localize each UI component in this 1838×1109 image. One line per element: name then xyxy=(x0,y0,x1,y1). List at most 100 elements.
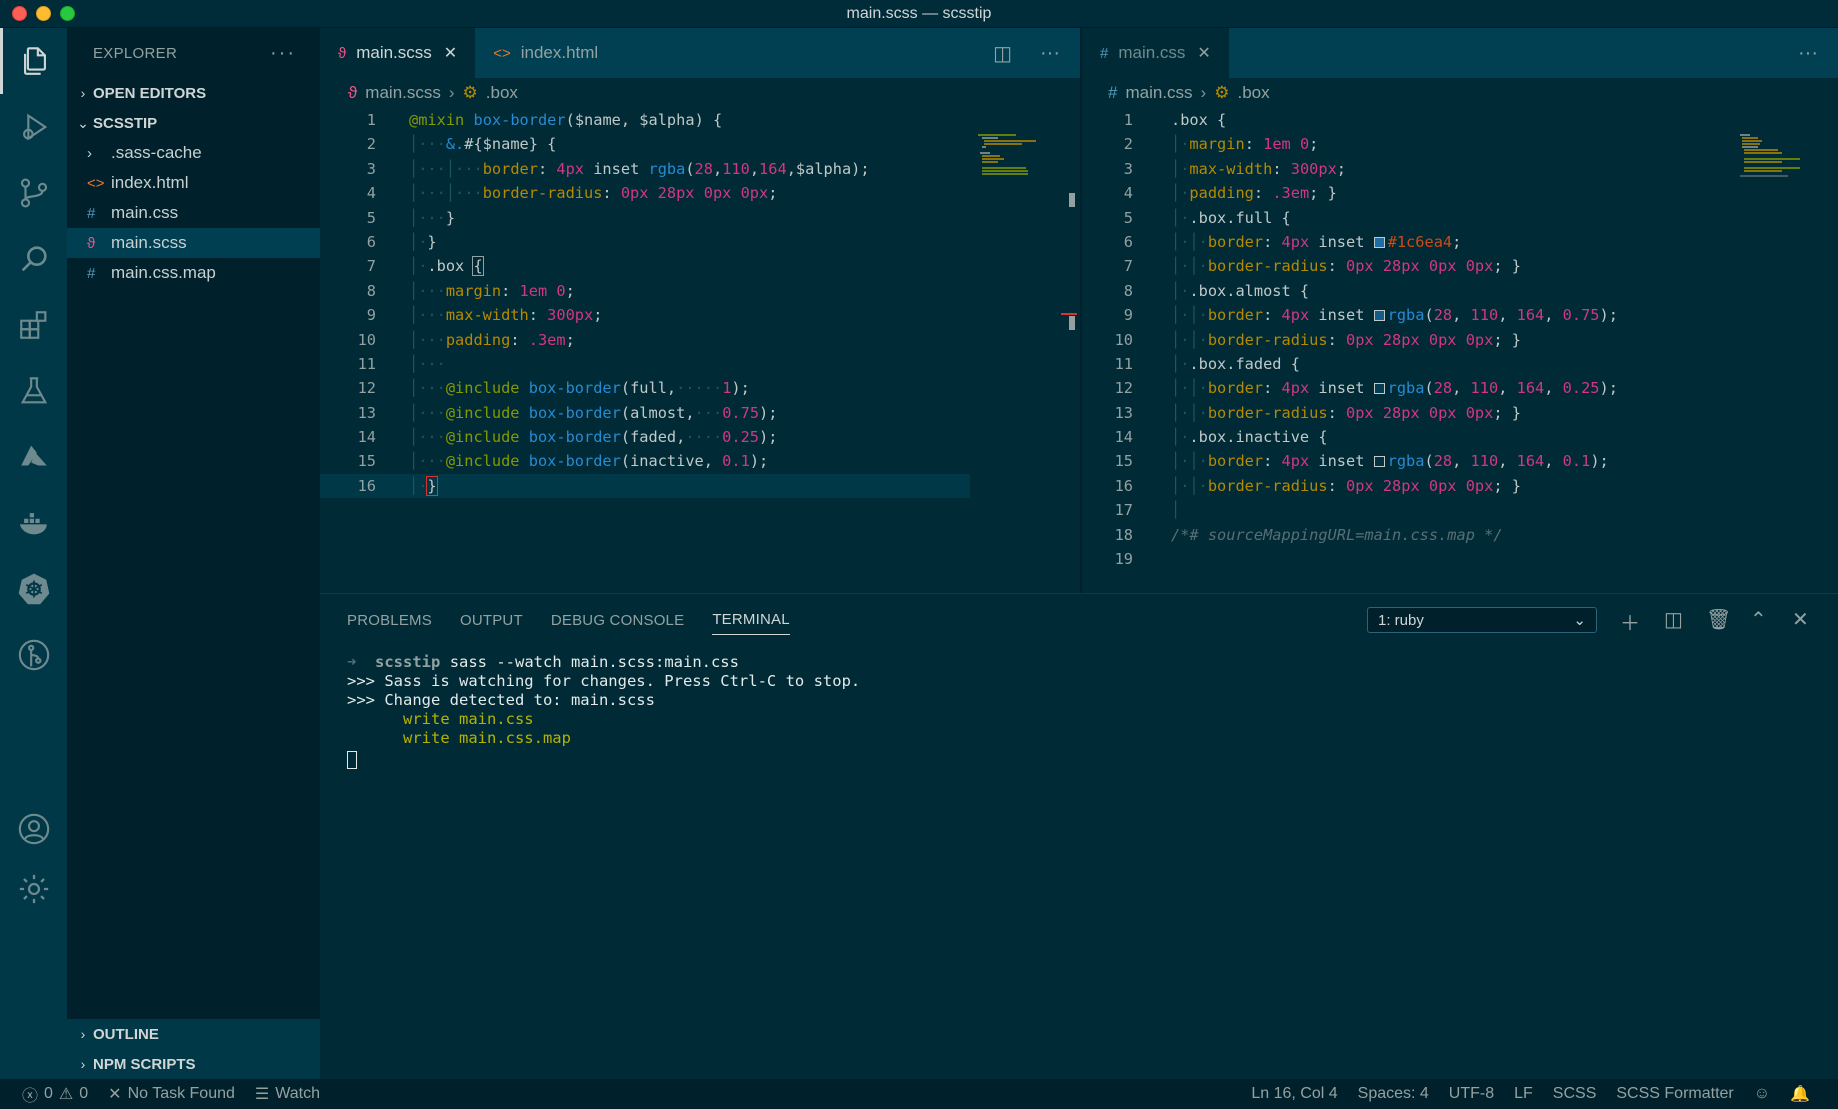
close-icon[interactable]: ✕ xyxy=(444,43,457,63)
terminal-line: >>> Change detected to: main.scss xyxy=(347,691,655,709)
settings-activity[interactable] xyxy=(0,856,67,922)
line-number: 13 xyxy=(357,403,376,422)
terminal-output[interactable]: ➜ scsstip sass --watch main.scss:main.cs… xyxy=(320,646,1838,777)
close-icon[interactable]: ✕ xyxy=(1197,43,1210,63)
line-number: 14 xyxy=(357,428,376,447)
activity-bar xyxy=(0,28,67,1079)
terminal-line: >>> Sass is watching for changes. Press … xyxy=(347,672,861,690)
breadcrumb-symbol[interactable]: .box xyxy=(1237,83,1269,103)
section-label: OUTLINE xyxy=(93,1025,159,1043)
color-swatch[interactable] xyxy=(1373,383,1385,395)
more-actions-icon[interactable]: ··· xyxy=(1040,42,1060,65)
split-editor-icon[interactable]: ◫ xyxy=(993,41,1012,66)
more-actions-icon[interactable]: ··· xyxy=(1798,42,1818,65)
tree-item-main-scss[interactable]: ϑ main.scss xyxy=(67,228,320,258)
tab-debug-console[interactable]: DEBUG CONSOLE xyxy=(551,594,684,646)
breadcrumb-symbol[interactable]: .box xyxy=(486,83,518,103)
terminal-line: write main.css.map xyxy=(347,729,571,747)
tree-item-main-css-map[interactable]: # main.css.map xyxy=(67,258,320,288)
search-activity[interactable] xyxy=(0,226,67,292)
terminal-select[interactable]: 1: ruby ⌄ xyxy=(1367,607,1597,633)
tab-output[interactable]: OUTPUT xyxy=(460,594,523,646)
window-title: main.scss — scsstip xyxy=(846,5,992,22)
color-swatch[interactable] xyxy=(1373,456,1385,468)
task-status[interactable]: ✕ No Task Found xyxy=(108,1084,235,1104)
trash-icon[interactable]: 🗑 xyxy=(1706,607,1731,632)
sass-file-icon: ϑ xyxy=(338,44,347,62)
source-control-activity[interactable] xyxy=(0,160,67,226)
list-icon: ☰ xyxy=(254,1086,270,1103)
code-editor-css[interactable]: 1 .box { 2 │·margin: 1em 0; 3 │·max-width: … xyxy=(1082,108,1838,571)
language-mode[interactable]: SCSS xyxy=(1553,1085,1597,1103)
chevron-up-icon[interactable]: ⌃ xyxy=(1750,607,1767,632)
docker-activity[interactable] xyxy=(0,490,67,556)
breadcrumb: ϑ main.scss › ⚙ .box xyxy=(320,78,1080,108)
tab-main-scss[interactable]: ϑ main.scss ✕ xyxy=(320,28,476,78)
explorer-header: EXPLORER ··· xyxy=(67,28,320,78)
indentation[interactable]: Spaces: 4 xyxy=(1358,1085,1429,1103)
debug-activity[interactable] xyxy=(0,94,67,160)
close-icon: ✕ xyxy=(108,1086,122,1103)
scrollbar-thumb[interactable] xyxy=(1069,193,1075,207)
close-icon[interactable]: ✕ xyxy=(1792,607,1809,632)
line-number: 4 xyxy=(366,184,376,203)
new-terminal-icon[interactable]: ＋ xyxy=(1620,607,1640,636)
tab-terminal[interactable]: TERMINAL xyxy=(712,605,790,635)
code-editor-scss[interactable]: 1 @mixin box-border($name, $alpha) { 2 │··… xyxy=(320,108,1080,499)
section-label: SCSSTIP xyxy=(93,114,158,132)
tree-item-index-html[interactable]: <> index.html xyxy=(67,168,320,198)
chevron-right-icon: › xyxy=(1200,83,1207,102)
kubernetes-activity[interactable] xyxy=(0,556,67,622)
explorer-activity[interactable] xyxy=(0,28,67,94)
minimap[interactable] xyxy=(976,133,1056,178)
color-swatch[interactable] xyxy=(1373,236,1385,248)
tree-item-sass-cache[interactable]: › .sass-cache xyxy=(67,138,320,168)
cursor-position[interactable]: Ln 16, Col 4 xyxy=(1251,1085,1337,1103)
open-editors-section[interactable]: › OPEN EDITORS xyxy=(67,78,320,108)
chevron-right-icon: › xyxy=(87,144,92,162)
tab-label: index.html xyxy=(520,43,599,62)
bell-icon[interactable]: 🔔 xyxy=(1790,1084,1810,1104)
formatter[interactable]: SCSS Formatter xyxy=(1616,1085,1733,1103)
css-file-icon: # xyxy=(1100,44,1109,62)
line-number: 13 xyxy=(1114,403,1133,422)
color-swatch[interactable] xyxy=(1373,310,1385,322)
feedback-icon[interactable]: ☺ xyxy=(1754,1085,1770,1103)
testing-activity[interactable] xyxy=(0,358,67,424)
tree-item-main-css[interactable]: # main.css xyxy=(67,198,320,228)
extensions-icon xyxy=(19,311,46,339)
line-number: 12 xyxy=(357,379,376,398)
problems-status[interactable]: ⓧ 0 ⚠ 0 xyxy=(22,1082,88,1106)
breadcrumb-file[interactable]: main.scss xyxy=(365,83,441,103)
encoding[interactable]: UTF-8 xyxy=(1449,1085,1494,1103)
line-number: 6 xyxy=(366,232,376,251)
gitlens-activity[interactable] xyxy=(0,622,67,688)
watch-status[interactable]: ☰ Watch xyxy=(255,1084,320,1104)
npm-scripts-section[interactable]: › NPM SCRIPTS xyxy=(67,1049,320,1079)
project-section[interactable]: ⌄ SCSSTIP xyxy=(67,108,320,138)
extensions-activity[interactable] xyxy=(0,292,67,358)
line-number: 1 xyxy=(1123,111,1133,129)
panel-tabbar: PROBLEMS OUTPUT DEBUG CONSOLE TERMINAL 1… xyxy=(320,594,1838,646)
end-of-line[interactable]: LF xyxy=(1514,1085,1533,1103)
error-marker xyxy=(1061,313,1077,315)
outline-section[interactable]: › OUTLINE xyxy=(67,1019,320,1049)
warning-icon: ⚠ xyxy=(58,1086,74,1103)
chevron-down-icon: ⌄ xyxy=(77,114,89,131)
chevron-right-icon: › xyxy=(448,83,455,102)
chevron-down-icon: ⌄ xyxy=(1573,612,1586,629)
symbol-class-icon: ⚙ xyxy=(1214,83,1230,102)
status-bar: ⓧ 0 ⚠ 0 ✕ No Task Found ☰ Watch Ln 16, C… xyxy=(0,1079,1838,1109)
tab-main-css[interactable]: # main.css ✕ xyxy=(1082,28,1229,78)
line-number: 7 xyxy=(366,257,376,276)
tab-problems[interactable]: PROBLEMS xyxy=(347,594,432,646)
azure-activity[interactable] xyxy=(0,424,67,490)
breadcrumb-file[interactable]: main.css xyxy=(1125,83,1192,103)
minimap[interactable] xyxy=(1738,133,1818,178)
editor-group-left: ϑ main.scss ✕ <> index.html ◫ ··· ϑ main… xyxy=(320,28,1080,593)
account-activity[interactable] xyxy=(0,796,67,862)
sass-file-icon: ϑ xyxy=(348,83,358,102)
split-terminal-icon[interactable]: ◫ xyxy=(1664,607,1683,632)
explorer-more-icon[interactable]: ··· xyxy=(270,42,296,65)
tab-index-html[interactable]: <> index.html xyxy=(475,28,617,78)
